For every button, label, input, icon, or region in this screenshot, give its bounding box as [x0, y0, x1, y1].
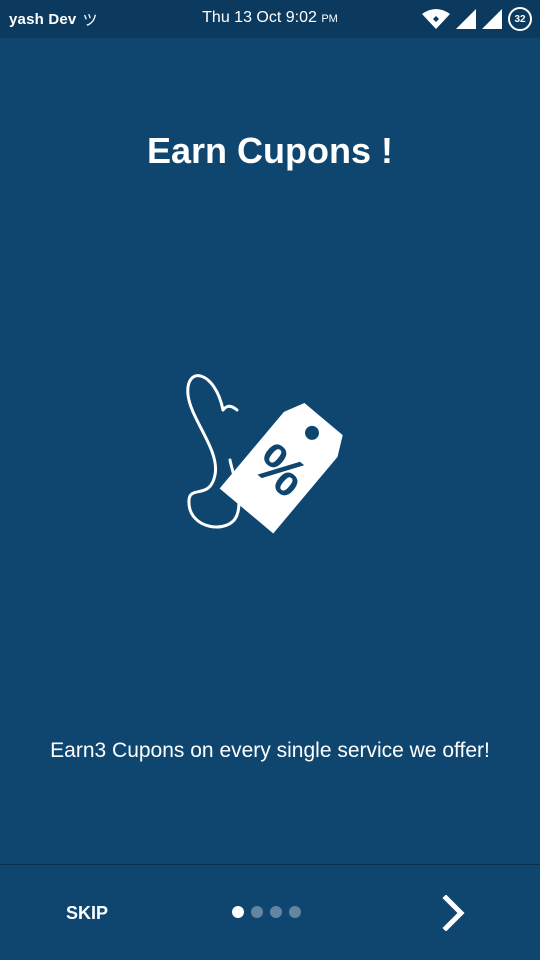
wifi-icon — [422, 9, 450, 29]
page-dot-3 — [270, 906, 282, 918]
chevron-right-icon — [442, 895, 465, 931]
next-button[interactable] — [430, 888, 478, 938]
status-ampm: PM — [321, 13, 338, 25]
status-datetime: Thu 13 Oct 9:02 — [202, 9, 317, 26]
skip-button[interactable]: SKIP — [56, 895, 118, 931]
page-dot-2 — [251, 906, 263, 918]
signal-icon-1 — [456, 9, 476, 29]
page-title: Earn Cupons ! — [146, 130, 393, 171]
page-description: Earn3 Cupons on every single service we … — [50, 739, 490, 762]
status-icons: 32 — [422, 6, 532, 32]
footer-divider — [0, 864, 540, 865]
discount-tag-icon: % — [186, 374, 343, 534]
page-dot-1 — [232, 906, 244, 918]
battery-icon: 32 — [508, 7, 532, 31]
status-bar: yash Dev ツ Thu 13 Oct 9:02 PM 32 — [0, 0, 540, 38]
page-indicator — [232, 906, 301, 918]
page-dot-4 — [289, 906, 301, 918]
signal-icon-2 — [482, 9, 502, 29]
battery-level: 32 — [514, 13, 526, 25]
